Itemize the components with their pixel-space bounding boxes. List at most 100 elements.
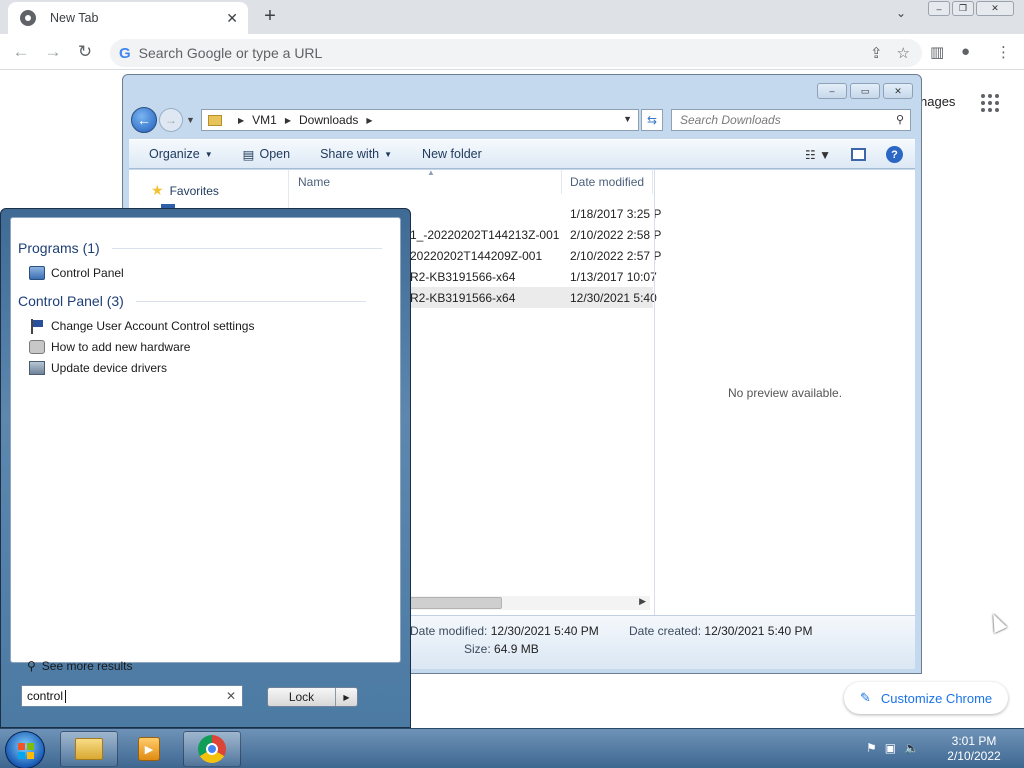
file-date: 1/13/2017 10:07 (570, 269, 657, 284)
explorer-nav-buttons: ← → ▼ (131, 107, 195, 133)
result-update-drivers[interactable]: Update device drivers (29, 361, 167, 375)
windows-logo-icon (18, 743, 34, 759)
share-with-label: Share with (320, 147, 380, 161)
explorer-close-button[interactable]: ✕ (883, 83, 913, 99)
open-label: Open (259, 147, 291, 161)
breadcrumb-separator-icon[interactable]: ▶ (285, 116, 291, 125)
start-search-input[interactable]: control ✕ (21, 685, 243, 707)
recent-pages-dropdown-icon[interactable]: ▼ (186, 115, 195, 125)
preview-pane-icon[interactable] (851, 148, 866, 161)
scrollbar-thumb[interactable] (410, 597, 502, 609)
back-arrow-icon[interactable]: ← (10, 42, 32, 62)
help-icon[interactable]: ? (886, 146, 903, 163)
breadcrumb-separator-icon[interactable]: ▶ (366, 116, 372, 125)
chrome-menu-icon[interactable]: ⋮ (996, 43, 1011, 61)
magnifier-icon: ⚲ (27, 659, 36, 673)
new-tab-button[interactable]: + (258, 4, 282, 28)
file-row-selected[interactable]: R2-KB3191566-x64 12/30/2021 5:40 (410, 287, 657, 308)
organize-button[interactable]: Organize ▼ (149, 147, 213, 161)
file-date: 2/10/2022 2:57 P (570, 248, 662, 263)
result-add-hardware[interactable]: How to add new hardware (29, 340, 190, 354)
explorer-window-controls: – ▭ ✕ (817, 83, 913, 99)
network-icon[interactable]: ▣ (885, 741, 896, 755)
see-more-results-link[interactable]: ⚲ See more results (27, 659, 133, 673)
file-date: 2/10/2022 2:58 P (570, 227, 662, 242)
breadcrumb-vm1[interactable]: VM1 (252, 113, 277, 127)
taskbar: ▶ ⚑ ▣ 🔈 3:01 PM 2/10/2022 (0, 728, 1024, 768)
result-change-uac[interactable]: Change User Account Control settings (29, 319, 254, 334)
breadcrumb-downloads[interactable]: Downloads (299, 113, 358, 127)
google-apps-icon[interactable] (981, 94, 999, 112)
explorer-search-input[interactable]: Search Downloads ⚲ (671, 109, 911, 131)
nav-favorites[interactable]: ★ Favorites (151, 182, 219, 199)
result-label: Control Panel (51, 266, 124, 280)
shutdown-options-arrow-icon[interactable]: ▶ (335, 688, 357, 706)
images-link[interactable]: nages (920, 94, 955, 109)
column-name-label: Name (298, 175, 331, 189)
column-header-date-modified[interactable]: Date modified (562, 170, 653, 194)
explorer-maximize-button[interactable]: ▭ (850, 83, 880, 99)
clear-search-icon[interactable]: ✕ (226, 689, 236, 703)
share-with-button[interactable]: Share with ▼ (320, 147, 392, 161)
explorer-minimize-button[interactable]: – (817, 83, 847, 99)
customize-chrome-button[interactable]: ✎ Customize Chrome (844, 682, 1008, 714)
device-manager-icon (29, 361, 45, 375)
refresh-icon[interactable]: ⇆ (641, 109, 663, 131)
control-panel-group-header: Control Panel (3) (18, 293, 366, 309)
omnibox[interactable]: G Search Google or type a URL ⇪ ☆ (110, 39, 922, 67)
lock-button[interactable]: Lock ▶ (267, 687, 358, 707)
open-button[interactable]: ▤ Open (243, 147, 290, 162)
taskbar-media-player[interactable]: ▶ (120, 731, 178, 767)
pencil-icon: ✎ (860, 690, 871, 705)
explorer-back-icon[interactable]: ← (131, 107, 157, 133)
taskbar-chrome[interactable] (183, 731, 241, 767)
result-control-panel[interactable]: Control Panel (29, 266, 124, 280)
tab-title: New Tab (50, 11, 99, 25)
file-name: 20220202T144209Z-001 (410, 248, 543, 263)
minimize-button[interactable]: – (928, 1, 950, 16)
scroll-right-icon[interactable]: ▶ (639, 596, 646, 607)
explorer-forward-icon[interactable]: → (159, 108, 183, 132)
change-view-icon[interactable]: ☷ ▼ (805, 148, 831, 162)
tab-close-button[interactable]: ✕ (226, 10, 238, 27)
restore-button[interactable]: ❐ (952, 1, 974, 16)
profile-avatar-icon[interactable]: ● (961, 43, 970, 60)
close-window-button[interactable]: ✕ (976, 1, 1014, 16)
address-bar[interactable]: ▶ VM1 ▶ Downloads ▶ ▼ (201, 109, 639, 131)
new-folder-button[interactable]: New folder (422, 147, 482, 161)
address-dropdown-icon[interactable]: ▼ (623, 114, 632, 124)
tab-new-tab[interactable]: New Tab ✕ (8, 2, 248, 34)
command-bar: Organize ▼ ▤ Open Share with ▼ New folde… (129, 139, 915, 169)
media-player-icon: ▶ (138, 737, 160, 761)
folder-icon (208, 114, 222, 126)
bookmark-star-icon[interactable]: ☆ (897, 44, 910, 62)
share-icon[interactable]: ⇪ (870, 44, 883, 62)
search-value: control (27, 689, 64, 703)
file-name: R2-KB3191566-x64 (410, 290, 516, 305)
action-center-flag-icon[interactable]: ⚑ (866, 741, 877, 755)
customize-chrome-label: Customize Chrome (880, 690, 993, 706)
omnibox-placeholder: Search Google or type a URL (138, 45, 323, 61)
column-header-name[interactable]: Name ▲ (290, 168, 562, 194)
favorites-label: Favorites (169, 183, 219, 198)
start-menu: Programs (1) Control Panel Control Panel… (0, 208, 411, 728)
side-panel-icon[interactable]: ▥ (930, 43, 944, 61)
detail-size: Size: 64.9 MB (464, 642, 539, 656)
result-label: How to add new hardware (51, 340, 191, 354)
clock[interactable]: 3:01 PM 2/10/2022 (934, 734, 1014, 764)
google-g-icon: G (119, 44, 131, 62)
breadcrumb-separator-icon[interactable]: ▶ (238, 116, 244, 125)
explorer-search-placeholder: Search Downloads (680, 113, 781, 127)
detail-date-modified: Date modified: 12/30/2021 5:40 PM (410, 624, 599, 638)
search-icon[interactable]: ⚲ (896, 113, 904, 126)
tab-search-chevron-icon[interactable]: ⌄ (896, 6, 906, 20)
horizontal-scrollbar[interactable]: ▶ (410, 596, 650, 610)
control-panel-icon (29, 266, 45, 280)
taskbar-explorer[interactable] (60, 731, 118, 767)
volume-icon[interactable]: 🔈 (904, 741, 919, 755)
file-date: 12/30/2021 5:40 (570, 290, 657, 305)
forward-arrow-icon[interactable]: → (42, 42, 64, 62)
reload-icon[interactable]: ↻ (74, 42, 96, 62)
programs-group-header: Programs (1) (18, 240, 382, 256)
start-button[interactable] (5, 731, 45, 768)
